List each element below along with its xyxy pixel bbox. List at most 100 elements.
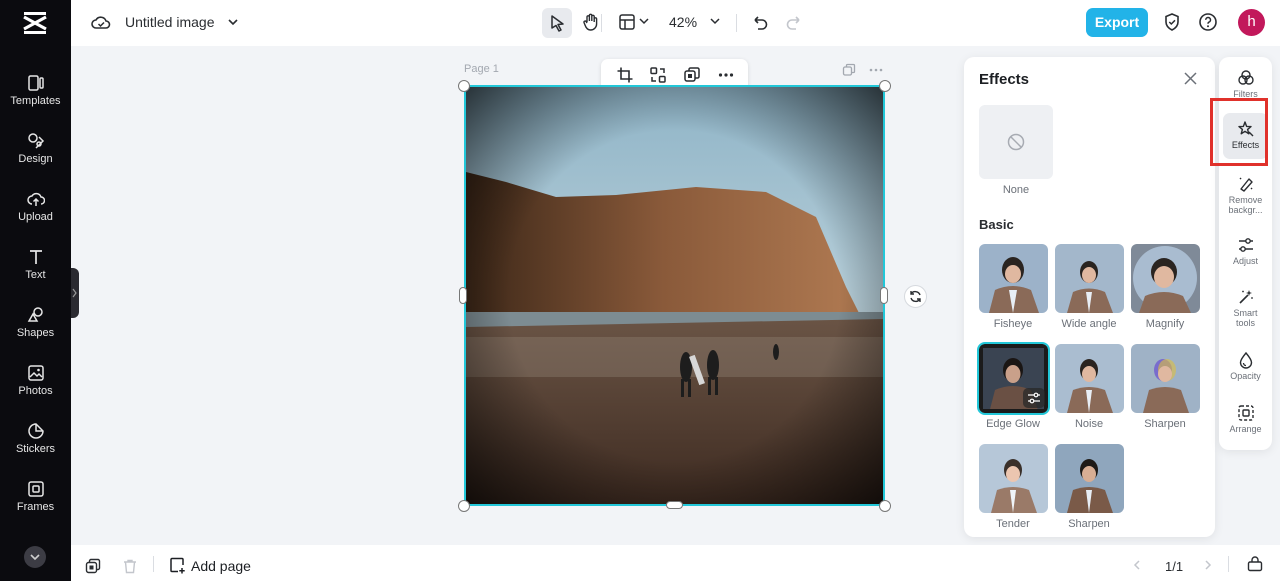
rail-item-label: Remove backgr... bbox=[1228, 195, 1263, 215]
rail-item-smart-tools[interactable]: Smart tools bbox=[1219, 288, 1272, 328]
effect-thumbnail-sharpen-2[interactable] bbox=[1055, 444, 1124, 513]
shapes-icon bbox=[27, 307, 43, 322]
redo-icon[interactable] bbox=[785, 13, 803, 31]
page-label[interactable]: Page 1 bbox=[464, 63, 499, 75]
effects-panel: Effects None Basic Fisheye Wide angle Ma… bbox=[964, 57, 1215, 537]
rail-item-remove-background[interactable]: Remove backgr... bbox=[1219, 175, 1272, 215]
layout-icon[interactable] bbox=[618, 13, 636, 31]
effect-thumbnail-tender[interactable] bbox=[979, 444, 1048, 513]
resize-handle[interactable] bbox=[880, 287, 888, 304]
zoom-level[interactable]: 42% bbox=[669, 14, 697, 30]
document-title[interactable]: Untitled image bbox=[125, 14, 215, 30]
resize-handle[interactable] bbox=[458, 80, 470, 92]
sidebar-item-label: Templates bbox=[10, 95, 61, 107]
undo-icon[interactable] bbox=[751, 13, 769, 31]
adjust-icon bbox=[1238, 238, 1253, 252]
stickers-icon bbox=[27, 423, 44, 439]
more-options-icon[interactable] bbox=[717, 66, 735, 84]
cloud-save-icon[interactable] bbox=[91, 13, 111, 33]
sidebar-item-upload[interactable]: Upload bbox=[0, 188, 71, 238]
portrait-thumbnail-image bbox=[979, 244, 1048, 313]
capcut-logo-icon[interactable] bbox=[20, 8, 50, 38]
chevron-down-icon[interactable] bbox=[709, 15, 721, 27]
duplicate-page-icon[interactable] bbox=[842, 63, 856, 77]
effect-thumbnail-noise[interactable] bbox=[1055, 344, 1124, 413]
portrait-thumbnail-image bbox=[1055, 244, 1124, 313]
resize-handle[interactable] bbox=[666, 501, 683, 509]
rail-item-arrange[interactable]: Arrange bbox=[1219, 404, 1272, 434]
section-title: Basic bbox=[979, 217, 1014, 232]
sidebar-item-label: Photos bbox=[18, 385, 53, 397]
effect-thumbnail-magnify[interactable] bbox=[1131, 244, 1200, 313]
rail-item-opacity[interactable]: Opacity bbox=[1219, 351, 1272, 381]
sidebar-item-templates[interactable]: Templates bbox=[0, 72, 71, 122]
sidebar-item-frames[interactable]: Frames bbox=[0, 478, 71, 528]
sidebar-item-design[interactable]: Design bbox=[0, 130, 71, 180]
rail-item-adjust[interactable]: Adjust bbox=[1219, 236, 1272, 266]
select-tool-button[interactable] bbox=[542, 8, 572, 38]
rail-item-filters[interactable]: Filters bbox=[1219, 69, 1272, 99]
sidebar-item-stickers[interactable]: Stickers bbox=[0, 420, 71, 470]
crop-icon[interactable] bbox=[616, 66, 634, 84]
export-button[interactable]: Export bbox=[1086, 8, 1148, 37]
resize-handle[interactable] bbox=[458, 500, 470, 512]
resize-handle[interactable] bbox=[459, 287, 467, 304]
toolbar-divider bbox=[1228, 556, 1229, 572]
chevron-down-icon[interactable] bbox=[226, 15, 240, 29]
rotate-button[interactable] bbox=[904, 285, 927, 308]
effect-thumbnail-edge-glow[interactable] bbox=[977, 342, 1050, 415]
sidebar-collapse-handle[interactable] bbox=[71, 268, 79, 318]
cursor-icon bbox=[551, 15, 564, 32]
effect-label: None bbox=[1002, 184, 1030, 196]
expand-pages-icon[interactable] bbox=[1247, 556, 1263, 572]
sidebar-item-label: Text bbox=[25, 269, 46, 281]
resize-handle[interactable] bbox=[879, 500, 891, 512]
sidebar-item-label: Upload bbox=[18, 211, 53, 223]
rotate-icon bbox=[910, 290, 921, 303]
opacity-icon bbox=[1239, 351, 1252, 369]
replace-icon[interactable] bbox=[649, 66, 667, 84]
shield-icon[interactable] bbox=[1162, 12, 1182, 32]
sidebar-item-label: Design bbox=[18, 153, 53, 165]
portrait-thumbnail-image bbox=[979, 444, 1048, 513]
chevron-down-icon[interactable] bbox=[638, 15, 650, 27]
design-icon bbox=[27, 133, 44, 149]
resize-handle[interactable] bbox=[879, 80, 891, 92]
beach-cliff-photo bbox=[466, 87, 883, 504]
hand-icon[interactable] bbox=[581, 12, 601, 32]
effect-thumbnail-wide-angle[interactable] bbox=[1055, 244, 1124, 313]
effect-thumbnail-fisheye[interactable] bbox=[979, 244, 1048, 313]
canvas-photo[interactable] bbox=[464, 85, 885, 506]
page-more-icon[interactable] bbox=[868, 63, 884, 77]
toolbar-divider bbox=[736, 14, 737, 32]
effect-none-tile[interactable] bbox=[979, 105, 1053, 179]
close-icon[interactable] bbox=[1183, 71, 1198, 86]
photos-icon bbox=[27, 365, 44, 381]
adjust-effect-button[interactable] bbox=[1023, 388, 1045, 408]
avatar[interactable]: h bbox=[1238, 9, 1265, 36]
page-layers-icon[interactable] bbox=[85, 558, 101, 574]
sidebar-more-button[interactable] bbox=[24, 546, 46, 568]
left-sidebar: Templates Design Upload Text Shapes Phot… bbox=[0, 0, 71, 581]
rail-item-label: Adjust bbox=[1232, 256, 1258, 266]
portrait-thumbnail-image bbox=[1131, 344, 1200, 413]
rail-item-label: Arrange bbox=[1229, 424, 1262, 434]
effect-thumbnail-sharpen[interactable] bbox=[1131, 344, 1200, 413]
no-effect-icon bbox=[1007, 133, 1025, 151]
rail-item-label: Opacity bbox=[1230, 371, 1261, 381]
help-icon[interactable] bbox=[1198, 12, 1218, 32]
sidebar-item-photos[interactable]: Photos bbox=[0, 362, 71, 412]
chevron-right-icon[interactable] bbox=[1202, 559, 1214, 571]
portrait-thumbnail-image bbox=[1055, 344, 1124, 413]
sidebar-item-text[interactable]: Text bbox=[0, 246, 71, 296]
top-bar: Untitled image 42% Export h bbox=[71, 0, 1280, 46]
chevron-left-icon[interactable] bbox=[1131, 559, 1143, 571]
layers-icon[interactable] bbox=[683, 66, 701, 84]
add-page-label: Add page bbox=[191, 558, 251, 574]
trash-icon[interactable] bbox=[122, 558, 138, 574]
page-counter: 1/1 bbox=[1165, 559, 1184, 574]
remove-background-icon bbox=[1239, 177, 1253, 192]
smart-tools-icon bbox=[1238, 290, 1253, 304]
sidebar-item-shapes[interactable]: Shapes bbox=[0, 304, 71, 354]
toolbar-divider bbox=[153, 556, 154, 572]
